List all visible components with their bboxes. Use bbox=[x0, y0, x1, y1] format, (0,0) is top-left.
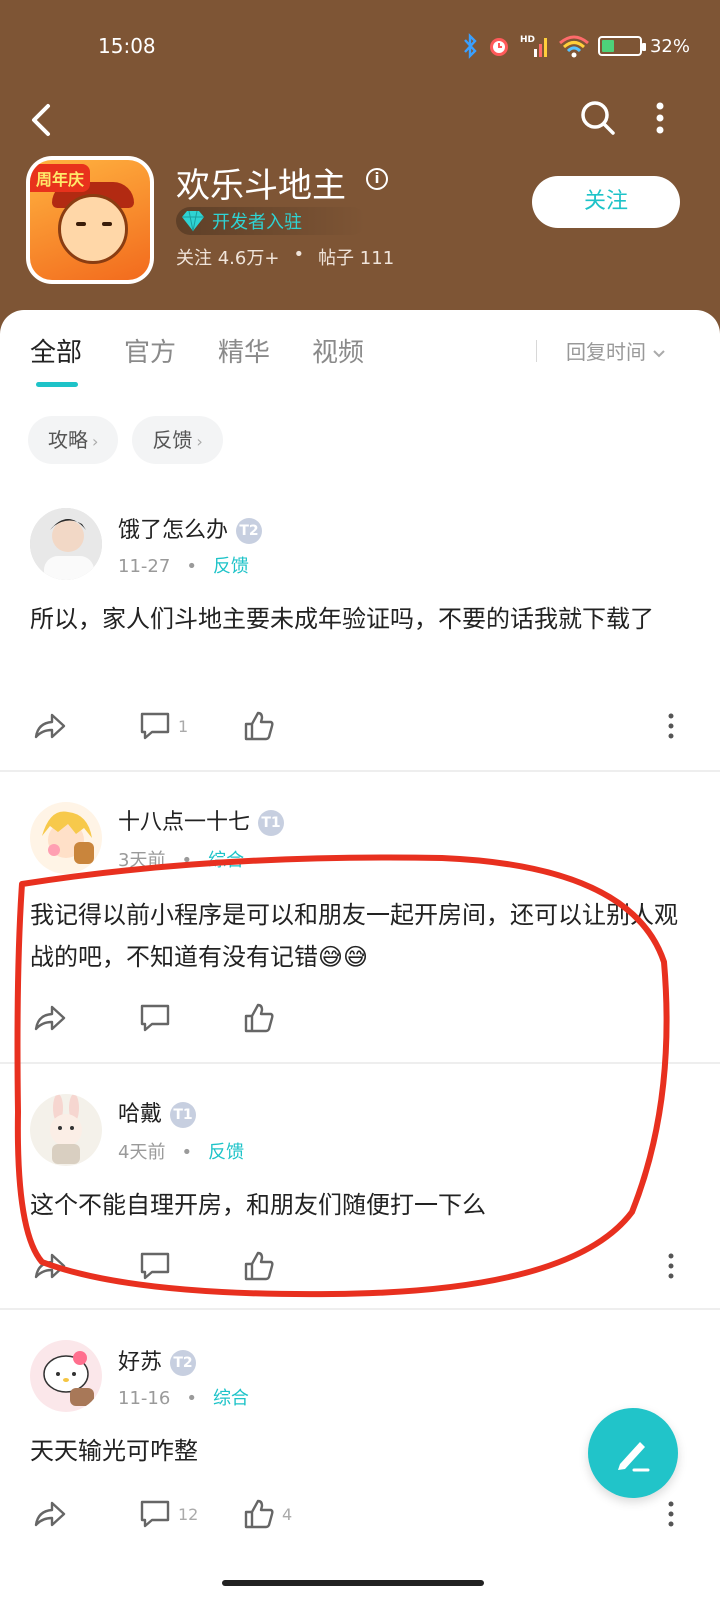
alarm-icon bbox=[489, 38, 508, 56]
post-more-icon[interactable] bbox=[668, 1500, 674, 1528]
svg-text:HD: HD bbox=[520, 35, 535, 45]
chip-feedback-label: 反馈 bbox=[152, 428, 193, 452]
active-tab-indicator bbox=[36, 382, 78, 387]
developer-badge: 开发者入驻 bbox=[176, 207, 366, 235]
level-badge: T2 bbox=[236, 518, 263, 544]
avatar[interactable] bbox=[30, 1340, 102, 1412]
thumbs-up-icon bbox=[244, 711, 274, 741]
back-icon[interactable] bbox=[24, 100, 60, 140]
post-author[interactable]: 饿了怎么办 T2 bbox=[118, 512, 263, 544]
chip-feedback[interactable]: 反馈 › bbox=[132, 416, 223, 464]
sort-dropdown[interactable]: 回复时间 bbox=[566, 336, 666, 365]
chip-guide[interactable]: 攻略 › bbox=[28, 416, 119, 464]
search-icon[interactable] bbox=[578, 98, 618, 138]
tab-featured[interactable]: 精华 bbox=[218, 332, 270, 369]
like-count: 4 bbox=[282, 1504, 293, 1524]
post-actions: 1 bbox=[0, 706, 720, 746]
comment-button[interactable]: 1 bbox=[138, 706, 188, 746]
post-category[interactable]: 反馈 bbox=[213, 556, 249, 577]
tab-video[interactable]: 视频 bbox=[312, 332, 364, 369]
diamond-icon bbox=[182, 210, 204, 232]
sort-label: 回复时间 bbox=[566, 340, 646, 364]
tab-divider bbox=[536, 340, 537, 362]
post-item[interactable]: 饿了怎么办 T2 11-27 • 反馈 所以，家人们斗地主要未成年验证吗，不要的话我就… bbox=[0, 500, 720, 770]
comment-icon bbox=[140, 1500, 170, 1528]
app-stats: 关注 4.6万+ • 帖子 111 bbox=[176, 244, 394, 270]
home-indicator bbox=[222, 1580, 484, 1586]
post-divider bbox=[0, 1308, 720, 1310]
info-icon[interactable]: i bbox=[366, 168, 388, 190]
meta-separator: • bbox=[186, 556, 197, 577]
level-badge: T2 bbox=[170, 1350, 197, 1376]
posts-count: 帖子 111 bbox=[318, 248, 395, 269]
like-button[interactable] bbox=[242, 706, 282, 746]
chevron-right-icon: › bbox=[92, 432, 99, 451]
avatar[interactable] bbox=[30, 508, 102, 580]
follow-button[interactable]: 关注 bbox=[532, 176, 680, 228]
compose-button[interactable] bbox=[588, 1408, 678, 1498]
post-author-name: 饿了怎么办 bbox=[118, 518, 229, 543]
tab-all[interactable]: 全部 bbox=[30, 332, 82, 369]
post-author-name: 好苏 bbox=[118, 1350, 163, 1375]
post-category[interactable]: 综合 bbox=[213, 1388, 249, 1409]
comment-count: 1 bbox=[178, 716, 189, 736]
thumbs-up-icon bbox=[244, 1499, 274, 1529]
category-chips: 攻略 › 反馈 › bbox=[28, 416, 223, 464]
share-button[interactable] bbox=[32, 706, 68, 746]
more-options-icon[interactable] bbox=[650, 100, 670, 136]
share-icon bbox=[34, 1501, 66, 1527]
meta-separator: • bbox=[186, 1388, 197, 1409]
app-title: 欢乐斗地主 bbox=[176, 166, 346, 206]
battery-percent: 32% bbox=[649, 35, 690, 57]
comment-button[interactable]: 12 bbox=[138, 1494, 198, 1534]
like-button[interactable]: 4 bbox=[242, 1494, 292, 1534]
share-icon bbox=[34, 713, 66, 739]
post-text[interactable]: 所以，家人们斗地主要未成年验证吗，不要的话我就下载了 bbox=[30, 598, 690, 640]
status-icons: HD 32% bbox=[462, 30, 690, 62]
tab-official[interactable]: 官方 bbox=[124, 332, 176, 369]
chevron-down-icon bbox=[653, 350, 666, 358]
pen-icon bbox=[618, 1442, 650, 1472]
post-author[interactable]: 十八点一十七 T1 bbox=[118, 804, 285, 836]
battery-icon bbox=[597, 36, 646, 56]
signal-hd-icon: HD bbox=[520, 35, 547, 57]
tab-bar: 全部 官方 精华 视频 bbox=[30, 332, 364, 369]
app-header: 15:08 HD 32% 周年庆 欢乐斗地主 i 开发者入驻 关注 4.6万+ … bbox=[0, 0, 720, 340]
bluetooth-icon bbox=[464, 33, 477, 59]
post-date: 11-16 bbox=[118, 1388, 171, 1409]
red-annotation-circle bbox=[14, 854, 670, 1298]
anniversary-badge: 周年庆 bbox=[30, 164, 91, 192]
post-more-icon[interactable] bbox=[668, 712, 674, 740]
comment-icon bbox=[140, 712, 170, 740]
post-divider bbox=[0, 770, 720, 772]
post-author-name: 十八点一十七 bbox=[118, 810, 251, 835]
post-meta: 11-27 • 反馈 bbox=[118, 552, 249, 578]
status-time: 15:08 bbox=[98, 34, 156, 58]
share-button[interactable] bbox=[32, 1494, 68, 1534]
post-author[interactable]: 好苏 T2 bbox=[118, 1344, 197, 1376]
wifi-icon bbox=[559, 35, 589, 58]
comment-count: 12 bbox=[178, 1504, 199, 1524]
post-meta: 11-16 • 综合 bbox=[118, 1384, 249, 1410]
followers-count: 关注 4.6万+ bbox=[176, 248, 280, 269]
chevron-right-icon: › bbox=[196, 432, 203, 451]
developer-badge-label: 开发者入驻 bbox=[212, 212, 302, 233]
stats-separator: • bbox=[293, 244, 305, 265]
post-date: 11-27 bbox=[118, 556, 171, 577]
app-icon: 周年庆 bbox=[26, 156, 154, 284]
level-badge: T1 bbox=[258, 810, 285, 836]
post-actions: 12 4 bbox=[0, 1494, 720, 1534]
chip-guide-label: 攻略 bbox=[48, 428, 88, 452]
